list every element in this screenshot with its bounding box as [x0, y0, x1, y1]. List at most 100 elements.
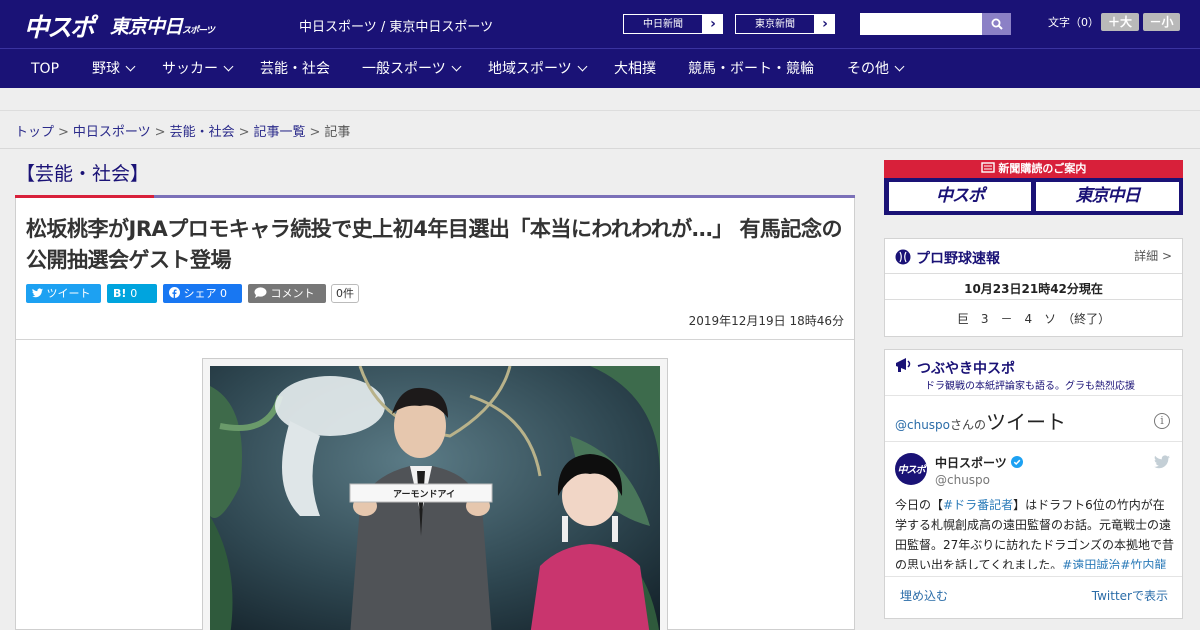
hatena-icon: B! [113, 287, 127, 300]
tokyo-shimbun-link[interactable]: 東京新聞 › [734, 13, 836, 35]
tweet-button[interactable]: ツイート [26, 284, 101, 303]
chevron-down-icon [577, 61, 588, 72]
twitter-bird-icon [32, 288, 43, 298]
tweet-text: 今日の【#ドラ番記者】はドラフト6位の竹内が在学する札幌創成高の遠田監督のお話。… [895, 495, 1175, 569]
chevron-down-icon [894, 61, 905, 72]
embed-link[interactable]: 埋め込む [900, 587, 948, 604]
tokyo-logo-text: 東京中日 [110, 16, 183, 38]
facebook-label: シェア [183, 287, 217, 300]
nav-label: TOP [31, 61, 60, 77]
nav-label: 競馬・ボート・競輪 [688, 61, 814, 77]
view-on-twitter-link[interactable]: Twitterで表示 [1092, 587, 1168, 604]
tweet-label: ツイート [46, 287, 91, 300]
speech-bubble-icon [254, 287, 267, 298]
breadcrumb-link-top[interactable]: トップ [15, 125, 54, 140]
megaphone-icon [896, 358, 911, 372]
nav-item-other[interactable]: その他 [847, 49, 905, 89]
nav-item-entertainment[interactable]: 芸能・社会 [260, 49, 330, 89]
verified-badge-icon [1010, 456, 1023, 468]
nav-label: 地域スポーツ [488, 61, 572, 77]
main-nav: TOP 野球 サッカー 芸能・社会 一般スポーツ 地域スポーツ 大相撲 競馬・ボ… [0, 48, 1200, 88]
breadcrumb-bar: トップ > 中日スポーツ > 芸能・社会 > 記事一覧 > 記事 [0, 110, 1200, 149]
nav-item-racing[interactable]: 競馬・ボート・競輪 [688, 49, 814, 89]
avatar[interactable]: 中スポ [895, 453, 927, 485]
article-divider [16, 339, 854, 340]
article-headline: 松坂桃李がJRAプロモキャラ続投で史上初4年目選出「本当にわれわれが…」 有馬記… [26, 217, 843, 272]
baseball-divider [885, 273, 1182, 274]
nav-item-top[interactable]: TOP [31, 49, 59, 89]
category-title: 【芸能・社会】 [16, 163, 150, 185]
search-button[interactable] [982, 13, 1011, 35]
article-photo-frame: アーモンドアイ [202, 358, 668, 630]
nav-item-sumo[interactable]: 大相撲 [614, 49, 656, 89]
search-input[interactable] [860, 13, 982, 35]
nav-item-local-sports[interactable]: 地域スポーツ [488, 49, 588, 89]
breadcrumb-separator: > [154, 125, 166, 140]
tweet-author-name[interactable]: 中日スポーツ [935, 454, 1023, 471]
comment-label: コメント [270, 287, 315, 300]
baseball-widget-title: プロ野球速報 [916, 251, 1000, 267]
ext-link-label: 東京新聞 [735, 14, 815, 34]
tokyo-logo-sub: スポーツ [182, 26, 215, 36]
comment-count: 0件 [331, 284, 359, 303]
article-card: 松坂桃李がJRAプロモキャラ続投で史上初4年目選出「本当にわれわれが…」 有馬記… [15, 198, 855, 630]
chevron-down-icon [223, 61, 234, 72]
breadcrumb-separator: > [238, 125, 250, 140]
twitter-handle-link[interactable]: @chuspo [895, 418, 950, 432]
baseball-score-row[interactable]: 巨 3 － 4 ソ （終了） [885, 310, 1182, 327]
breadcrumb-link-chunichi-sports[interactable]: 中日スポーツ [73, 125, 151, 140]
article-photo-image: アーモンドアイ [210, 366, 660, 630]
subscription-title: 新聞購読のご案内 [884, 160, 1183, 178]
article-photo[interactable]: アーモンドアイ [210, 366, 660, 630]
nav-label: 芸能・社会 [260, 61, 330, 77]
twitter-widget-subtitle: ドラ観戦の本紙評論家も語る。グラも熱烈応援 [925, 381, 1135, 392]
subscribe-tokyo-chunichi-logo[interactable]: 東京中日 [1036, 182, 1179, 211]
tweet-author-handle[interactable]: @chuspo [935, 473, 990, 487]
nav-item-general-sports[interactable]: 一般スポーツ [362, 49, 462, 89]
hashtag-link[interactable]: #ドラ番記者 [943, 498, 1013, 512]
twitter-widget-title: つぶやき中スポ [917, 361, 1015, 377]
ext-link-label: 中日新聞 [623, 14, 703, 34]
nav-label: その他 [847, 61, 889, 77]
breadcrumb-separator: > [309, 125, 321, 140]
lottery-card-text: アーモンドアイ [393, 489, 455, 500]
font-size-increase-button[interactable]: ＋大 [1101, 13, 1139, 31]
facebook-share-button[interactable]: シェア 0 [163, 284, 242, 303]
site-header: 中スポ 東京中日スポーツ 中日スポーツ / 東京中日スポーツ 中日新聞 › 東京… [0, 0, 1200, 48]
nav-label: 野球 [92, 61, 120, 77]
twitter-handle-suffix: さんの [950, 418, 987, 432]
chevron-right-icon: › [822, 16, 828, 32]
nav-item-soccer[interactable]: サッカー [162, 49, 234, 89]
subscription-title-text: 新聞購読のご案内 [998, 162, 1087, 175]
baseball-updated-time: 10月23日21時42分現在 [964, 282, 1103, 296]
twitter-timeline-heading: @chuspoさんのツイート [895, 406, 1066, 435]
chunichi-shimbun-link[interactable]: 中日新聞 › [622, 13, 724, 35]
breadcrumb-link-entertainment[interactable]: 芸能・社会 [170, 125, 235, 140]
tweet-author-label: 中日スポーツ [935, 456, 1007, 470]
comment-button[interactable]: コメント [248, 284, 326, 303]
tokyo-chunichi-logo[interactable]: 東京中日スポーツ [110, 12, 215, 39]
breadcrumb-link-article-list[interactable]: 記事一覧 [254, 125, 306, 140]
chevron-down-icon [125, 61, 136, 72]
hashtag-link[interactable]: #遠田誠治 [1062, 558, 1120, 569]
article-date: 2019年12月19日 18時46分 [688, 314, 844, 328]
subscribe-chuspo-logo[interactable]: 中スポ [889, 182, 1031, 211]
chevron-down-icon [451, 61, 462, 72]
hatena-count: 0 [130, 287, 138, 300]
chuspo-logo[interactable]: 中スポ [24, 8, 95, 44]
chevron-right-icon: › [710, 16, 716, 32]
nav-label: サッカー [162, 61, 218, 77]
baseball-detail-link[interactable]: 詳細 > [1134, 247, 1172, 264]
font-size-label: 文字（0） [1048, 16, 1099, 29]
info-icon[interactable]: i [1154, 413, 1170, 429]
nav-item-baseball[interactable]: 野球 [92, 49, 136, 89]
hatena-bookmark-button[interactable]: B! 0 [107, 284, 157, 303]
avatar-logo-text: 中スポ [897, 465, 926, 476]
twitter-bird-icon[interactable] [1154, 455, 1170, 469]
nav-label: 一般スポーツ [362, 61, 446, 77]
newspaper-icon [980, 162, 995, 173]
font-size-decrease-button[interactable]: －小 [1143, 13, 1180, 31]
twitter-divider [885, 441, 1182, 442]
baseball-scores-widget: プロ野球速報 詳細 > 10月23日21時42分現在 巨 3 － 4 ソ （終了… [884, 238, 1183, 337]
breadcrumb: トップ > 中日スポーツ > 芸能・社会 > 記事一覧 > 記事 [15, 121, 350, 140]
